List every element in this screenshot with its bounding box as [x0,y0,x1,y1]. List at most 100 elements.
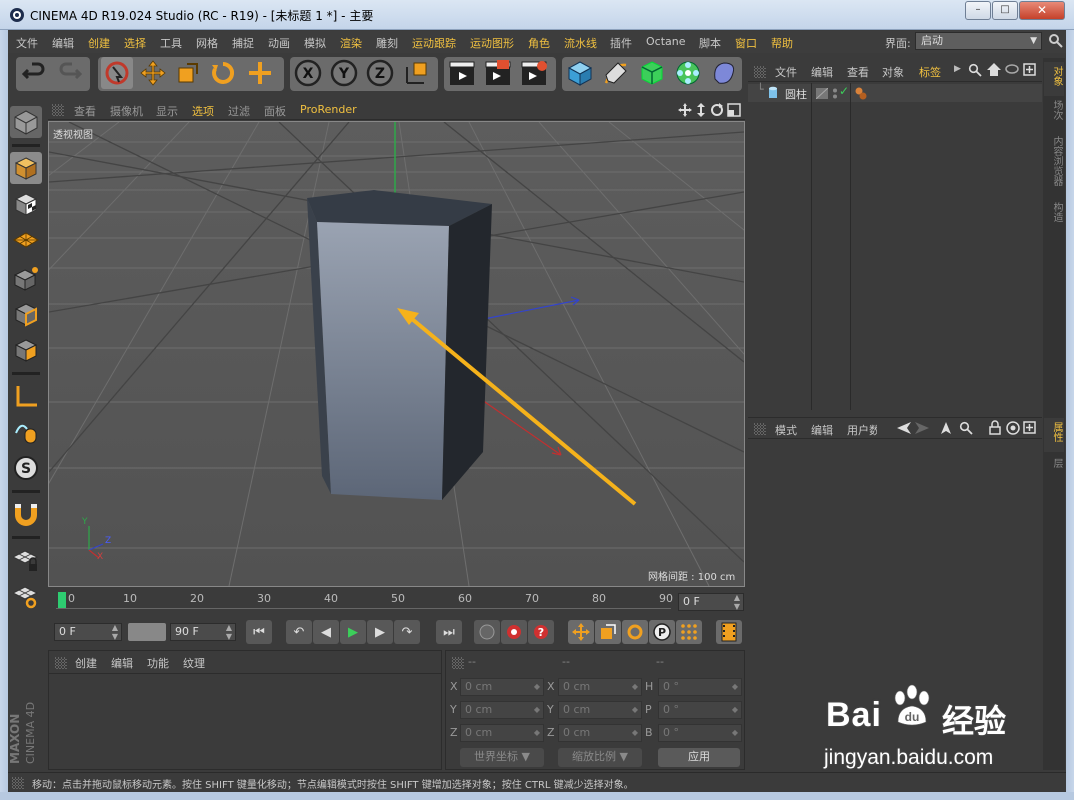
next-frame-button[interactable]: ▶ [367,620,393,644]
menu-script[interactable]: 脚本 [699,35,721,51]
viewport-menu-camera[interactable]: 摄像机 [110,103,143,119]
points-mode-button[interactable] [10,262,42,294]
tab-structure[interactable]: 构造 [1044,198,1064,232]
record-key-button[interactable] [474,620,500,644]
move-tool-button[interactable] [137,57,169,89]
layer-icon[interactable] [816,88,828,99]
more-arrow-icon[interactable]: ▶ [954,64,961,74]
model-mode-button[interactable] [10,152,42,184]
minimize-button[interactable]: – [965,1,991,20]
position-z-field[interactable]: 0 cm ◆ [460,724,544,742]
timeline-playhead[interactable] [58,592,66,609]
viewport-menu-filter[interactable]: 过滤 [228,103,250,119]
menu-create[interactable]: 创建 [88,35,110,51]
key-scale-button[interactable] [595,620,621,644]
menu-render[interactable]: 渲染 [340,35,362,51]
close-button[interactable]: ✕ [1019,1,1065,20]
object-menu-view[interactable]: 查看 [847,64,869,80]
menu-mograph[interactable]: 运动图形 [470,35,514,51]
object-menu-file[interactable]: 文件 [775,64,797,80]
render-picture-viewer-button[interactable] [482,57,514,89]
menu-animate[interactable]: 动画 [268,35,290,51]
menu-edit[interactable]: 编辑 [52,35,74,51]
size-z-field[interactable]: 0 cm ◆ [558,724,642,742]
keyframe-selection-button[interactable]: ? [528,620,554,644]
menu-mesh[interactable]: 网格 [196,35,218,51]
enabled-check-icon[interactable]: ✓ [839,84,849,98]
render-settings-button[interactable] [518,57,550,89]
search-icon[interactable] [959,421,973,435]
attribute-menu-user-data[interactable]: 用户数据 [847,422,877,438]
edges-mode-button[interactable] [10,298,42,330]
start-frame-field[interactable]: 0 F ▲ ▼ [54,623,122,641]
new-window-icon[interactable] [1023,421,1036,434]
apply-button[interactable]: 应用 [658,748,740,767]
world-coordinates-select[interactable]: 世界坐标 ▼ [460,748,544,767]
play-button[interactable]: ▶ [340,620,366,644]
key-rotation-button[interactable] [622,620,648,644]
z-axis-button[interactable]: Z [364,57,396,89]
tweak-mode-button[interactable] [10,416,42,448]
autokey-button[interactable] [501,620,527,644]
zoom-view-icon[interactable] [695,103,707,117]
maximize-view-icon[interactable] [727,103,741,117]
tab-content-browser[interactable]: 内容浏览器 [1044,132,1064,196]
menu-select[interactable]: 选择 [124,35,146,51]
scale-mode-select[interactable]: 缩放比例 ▼ [558,748,642,767]
workplane-mode-button[interactable] [10,224,42,256]
rotation-p-field[interactable]: 0 ° ◆ [658,701,742,719]
tab-objects[interactable]: 对象 [1044,62,1064,96]
next-key-button[interactable]: ↷ [394,620,420,644]
rotate-view-icon[interactable] [710,103,724,117]
lock-workplane-button[interactable] [10,544,42,576]
viewport-menu-view[interactable]: 查看 [74,103,96,119]
link-icon[interactable] [1005,64,1019,74]
go-to-end-button[interactable]: ⏭ [436,620,462,644]
pen-spline-button[interactable] [600,57,632,89]
subdivision-button[interactable] [636,57,668,89]
menu-character[interactable]: 角色 [528,35,550,51]
object-menu-objects[interactable]: 对象 [882,64,904,80]
previous-frame-button[interactable]: ◀ [313,620,339,644]
visibility-dots-icon[interactable] [832,88,838,99]
current-frame-field[interactable]: 0 F ▲ ▼ [678,593,744,611]
attribute-menu-edit[interactable]: 编辑 [811,422,833,438]
position-y-field[interactable]: 0 cm ◆ [460,701,544,719]
size-y-field[interactable]: 0 cm ◆ [558,701,642,719]
viewport-menu-display[interactable]: 显示 [156,103,178,119]
menu-sculpt[interactable]: 雕刻 [376,35,398,51]
viewport-menu-options[interactable]: 选项 [192,103,214,119]
cylinder-object[interactable] [307,190,492,500]
polygons-mode-button[interactable] [10,334,42,366]
deformer-button[interactable] [708,57,740,89]
menu-tools[interactable]: 工具 [160,35,182,51]
object-menu-edit[interactable]: 编辑 [811,64,833,80]
previous-key-button[interactable]: ↶ [286,620,312,644]
viewport-menu-panel[interactable]: 面板 [264,103,286,119]
y-axis-button[interactable]: Y [328,57,360,89]
menu-octane[interactable]: Octane [646,35,686,48]
phong-tag-icon[interactable] [854,86,868,100]
lock-icon[interactable] [989,420,1001,435]
menu-simulate[interactable]: 模拟 [304,35,326,51]
search-icon[interactable] [1048,33,1064,49]
mograph-cloner-button[interactable] [672,57,704,89]
transform-tool-button[interactable] [244,57,276,89]
material-menu-texture[interactable]: 纹理 [183,655,205,671]
rotation-h-field[interactable]: 0 ° ◆ [658,678,742,696]
cube-object-button[interactable] [564,57,596,89]
axis-mode-button[interactable] [10,380,42,412]
menu-file[interactable]: 文件 [16,35,38,51]
back-arrow-icon[interactable] [896,421,912,435]
planar-workplane-button[interactable] [10,580,42,612]
go-to-start-button[interactable]: ⏮ [246,620,272,644]
menu-motion-tracking[interactable]: 运动跟踪 [412,35,456,51]
coordinate-system-button[interactable] [400,57,432,89]
texture-mode-button[interactable] [10,188,42,220]
size-x-field[interactable]: 0 cm ◆ [558,678,642,696]
render-view-button[interactable] [446,57,478,89]
new-window-icon[interactable] [1023,63,1036,76]
menu-help[interactable]: 帮助 [771,35,793,51]
menu-window[interactable]: 窗口 [735,35,757,51]
interface-select[interactable]: 启动 ▼ [915,32,1042,50]
